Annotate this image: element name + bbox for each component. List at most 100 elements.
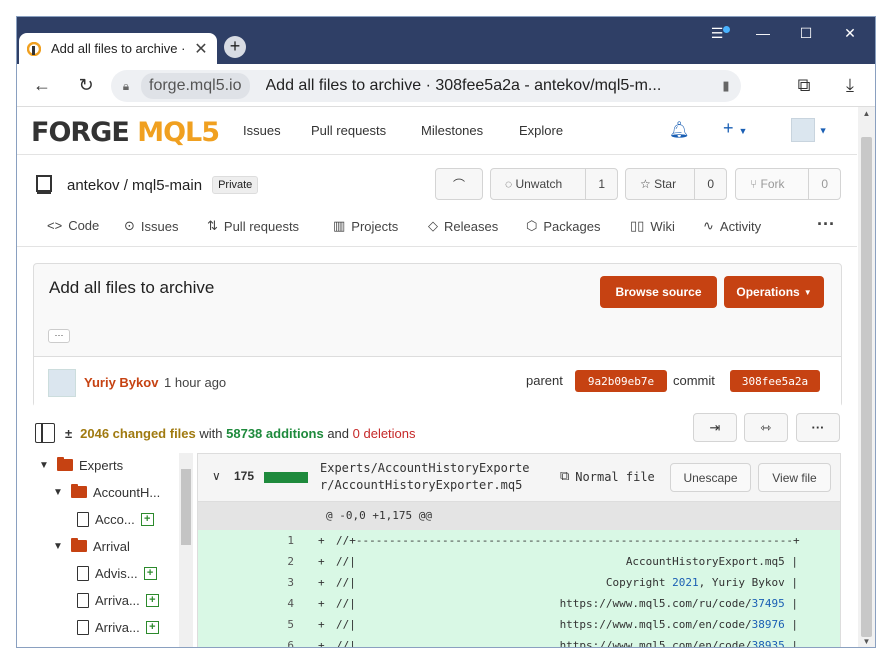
line-number[interactable]: 1 bbox=[198, 530, 294, 551]
stats-with: with bbox=[199, 425, 223, 441]
unwatch-button[interactable]: ◌ Unwatch 1 bbox=[490, 168, 618, 200]
whitespace-button[interactable]: ⇥ bbox=[693, 413, 737, 442]
file-icon bbox=[77, 511, 89, 527]
tree-file[interactable]: Advis... + bbox=[77, 561, 157, 585]
parent-sha[interactable]: 9a2b09eb7e bbox=[575, 370, 667, 392]
tree-file[interactable]: Acco... + bbox=[77, 507, 154, 531]
close-tab-icon[interactable]: ✕ bbox=[193, 39, 209, 59]
bookmark-icon[interactable]: ▮ bbox=[711, 78, 741, 94]
nav-milestones[interactable]: Milestones bbox=[421, 123, 483, 138]
line-number[interactable]: 6 bbox=[198, 635, 294, 647]
bell-icon[interactable]: 🔔︎ bbox=[669, 120, 689, 140]
maximize-icon[interactable]: ☐ bbox=[796, 25, 816, 42]
diff-hunk-header: @ -0,0 +1,175 @@ bbox=[198, 502, 840, 530]
chevron-down-icon[interactable]: ▼ bbox=[39, 460, 53, 471]
pulse-icon: ∿ bbox=[703, 218, 714, 233]
download-icon[interactable]: ⤓ bbox=[839, 74, 861, 96]
close-window-icon[interactable]: ✕ bbox=[840, 25, 860, 42]
tab-releases[interactable]: ◇ Releases bbox=[428, 218, 498, 234]
tab-activity[interactable]: ∿ Activity bbox=[703, 218, 761, 234]
star-count: 0 bbox=[694, 169, 726, 199]
line-number[interactable]: 2 bbox=[198, 551, 294, 572]
collapse-file-icon[interactable]: ∨ bbox=[212, 469, 221, 483]
commit-meta: Yuriy Bykov 1 hour ago parent 9a2b09eb7e… bbox=[34, 356, 841, 407]
new-tab-button[interactable]: + bbox=[224, 36, 246, 58]
tree-file[interactable]: Arriva... + bbox=[77, 588, 159, 612]
tab-pull-requests[interactable]: ⇅ Pull requests bbox=[207, 218, 299, 234]
tree-item-label: AccountH... bbox=[93, 484, 161, 500]
forge-logo[interactable]: FORGE MQL5 bbox=[31, 117, 220, 148]
line-count: 175 bbox=[234, 469, 255, 483]
line-number[interactable]: 3 bbox=[198, 572, 294, 593]
create-plus-icon[interactable]: + ▼ bbox=[723, 118, 747, 139]
file-icon bbox=[77, 565, 89, 581]
commit-sha[interactable]: 308fee5a2a bbox=[730, 370, 820, 392]
line-number[interactable]: 4 bbox=[198, 593, 294, 614]
eye-slash-icon: ◌ bbox=[505, 177, 516, 191]
star-button[interactable]: ☆ Star 0 bbox=[625, 168, 727, 200]
unescape-button[interactable]: Unescape bbox=[670, 463, 751, 492]
file-path[interactable]: Experts/AccountHistoryExporte r/AccountHi… bbox=[320, 460, 550, 494]
author-avatar[interactable] bbox=[48, 369, 76, 397]
fork-label: Fork bbox=[760, 177, 785, 191]
tree-file[interactable]: Arriva... + bbox=[77, 615, 159, 639]
tab-projects[interactable]: ▥ Projects bbox=[333, 218, 398, 234]
file-type: ⧉ Normal file bbox=[560, 469, 655, 484]
fork-icon: ⑂ bbox=[750, 177, 761, 191]
repo-name[interactable]: antekov / mql5-main bbox=[67, 177, 202, 194]
code-left: //| bbox=[336, 639, 356, 648]
code-left: //| bbox=[336, 555, 356, 568]
scroll-down-icon[interactable]: ▼ bbox=[858, 637, 875, 646]
view-file-button[interactable]: View file bbox=[758, 463, 831, 492]
browser-tab[interactable]: Add all files to archive · ✕ bbox=[19, 33, 217, 64]
page-scrollbar[interactable]: ▲ ▼ bbox=[858, 107, 875, 647]
user-menu[interactable]: ▼ bbox=[791, 118, 828, 142]
diff-sign: + bbox=[318, 555, 325, 568]
parent-label: parent bbox=[526, 373, 563, 388]
package-icon: ⬡ bbox=[526, 218, 538, 233]
expand-message-button[interactable]: ··· bbox=[48, 329, 70, 343]
nav-explore[interactable]: Explore bbox=[519, 123, 563, 138]
tree-folder[interactable]: ▼ Arrival bbox=[53, 534, 130, 558]
line-number[interactable]: 5 bbox=[198, 614, 294, 635]
scrollbar-thumb[interactable] bbox=[861, 137, 872, 637]
rss-button[interactable]: ⌒ bbox=[435, 168, 483, 200]
nav-pull-requests[interactable]: Pull requests bbox=[311, 123, 386, 138]
code-right: Copyright 2021, Yuriy Bykov | bbox=[605, 576, 798, 589]
fork-button[interactable]: ⑂ Fork 0 bbox=[735, 168, 841, 200]
code-left: //| bbox=[336, 597, 356, 610]
address-bar[interactable]: 🔒︎ forge.mql5.io Add all files to archiv… bbox=[111, 70, 741, 102]
unwatch-label: Unwatch bbox=[515, 177, 563, 191]
operations-button[interactable]: Operations ▼ bbox=[724, 276, 824, 308]
tab-wiki[interactable]: ▯▯ Wiki bbox=[630, 218, 675, 234]
copy-icon[interactable]: ⧉ bbox=[560, 469, 569, 484]
tab-title: Add all files to archive · bbox=[51, 41, 186, 56]
address-domain: forge.mql5.io bbox=[141, 73, 250, 99]
reload-icon[interactable]: ↻ bbox=[75, 74, 97, 96]
chevron-down-icon[interactable]: ▼ bbox=[53, 541, 67, 552]
diff-options-button[interactable]: ··· bbox=[796, 413, 840, 442]
rss-icon: ⌒ bbox=[452, 177, 465, 192]
tree-scrollbar[interactable] bbox=[179, 453, 193, 647]
author-name[interactable]: Yuriy Bykov bbox=[84, 375, 158, 390]
project-icon: ▥ bbox=[333, 218, 346, 233]
nav-issues[interactable]: Issues bbox=[243, 123, 281, 138]
tree-folder[interactable]: ▼ AccountH... bbox=[53, 480, 160, 504]
split-view-button[interactable]: ⇿ bbox=[744, 413, 788, 442]
tab-code[interactable]: <> Code bbox=[47, 218, 99, 233]
toggle-file-tree-icon[interactable] bbox=[35, 423, 55, 443]
scroll-up-icon[interactable]: ▲ bbox=[858, 109, 875, 118]
chevron-down-icon[interactable]: ▼ bbox=[53, 487, 67, 498]
minimize-icon[interactable]: — bbox=[753, 25, 773, 41]
tree-item-label: Arriva... bbox=[95, 592, 140, 608]
tab-issues[interactable]: ⊙ Issues bbox=[124, 218, 178, 234]
changed-files[interactable]: 2046 changed files bbox=[80, 426, 196, 441]
browse-source-button[interactable]: Browse source bbox=[600, 276, 717, 308]
address-page-title: Add all files to archive · 308fee5a2a - … bbox=[265, 77, 662, 94]
back-icon[interactable]: ← bbox=[31, 74, 53, 96]
tab-packages[interactable]: ⬡ Packages bbox=[526, 218, 600, 234]
more-icon: ··· bbox=[811, 420, 825, 435]
extensions-icon[interactable]: ⧉ bbox=[793, 74, 815, 96]
tree-folder[interactable]: ▼ Experts bbox=[39, 453, 123, 477]
more-tabs-icon[interactable]: ··· bbox=[817, 214, 835, 235]
